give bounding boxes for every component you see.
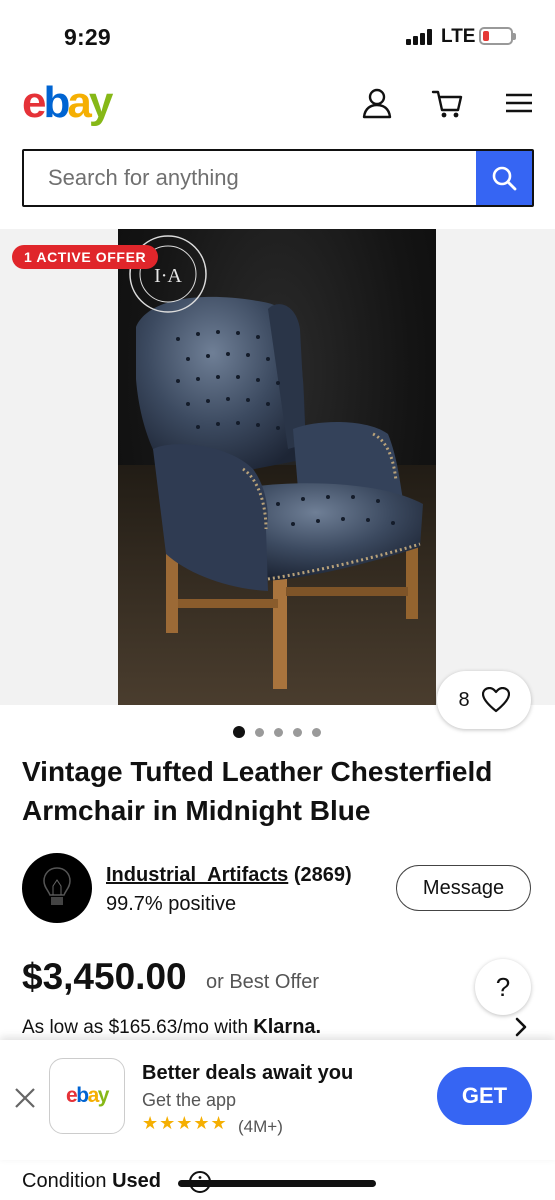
watermark-text: I·A [154, 265, 182, 287]
seller-info: Industrial_Artifacts (2869) [106, 864, 352, 887]
pagination-dot[interactable] [233, 726, 245, 738]
product-image[interactable]: I·A [118, 229, 436, 705]
signal-icon [406, 29, 436, 45]
pagination-dot[interactable] [312, 727, 321, 737]
message-seller-button[interactable]: Message [396, 865, 531, 911]
armchair-image: I·A [129, 235, 423, 689]
condition-value: Used [112, 1170, 161, 1192]
help-button[interactable]: ? [475, 959, 531, 1015]
listing-title: Vintage Tufted Leather Chesterfield Armc… [22, 756, 493, 826]
installment-text: As low as $165.63/mo with [22, 1017, 249, 1038]
search-icon [492, 166, 517, 191]
star-rating: ★★★★★ [142, 1113, 228, 1133]
search-input[interactable] [24, 151, 476, 205]
app-promo-banner: ebay Better deals await you Get the app … [0, 1040, 555, 1160]
header: ebay [0, 72, 555, 136]
close-icon[interactable] [13, 1086, 37, 1110]
status-bar: 9:29 LTE [0, 0, 555, 70]
seller-feedback-score: (2869) [293, 864, 352, 886]
home-indicator[interactable] [178, 1180, 376, 1187]
item-price: $3,450.00 [22, 956, 187, 997]
chevron-right-icon[interactable] [512, 1016, 530, 1038]
ebay-logo[interactable]: ebay [22, 78, 113, 128]
watch-count: 8 [458, 688, 470, 711]
banner-subtitle: Get the app [142, 1090, 237, 1110]
help-label: ? [495, 971, 511, 1002]
network-label: LTE [441, 26, 476, 47]
cart-icon[interactable] [430, 86, 464, 120]
active-offer-badge: 1 ACTIVE OFFER [12, 245, 159, 269]
klarna-logo: Klarna. [253, 1016, 322, 1038]
condition-label: Condition [22, 1170, 107, 1192]
menu-icon[interactable] [502, 86, 536, 120]
search-bar [22, 149, 534, 207]
pagination-dot[interactable] [274, 727, 283, 737]
pagination-dot[interactable] [255, 727, 264, 737]
lightbulb-icon [43, 867, 71, 905]
image-pagination[interactable] [233, 726, 321, 738]
user-icon[interactable] [360, 86, 394, 120]
seller-avatar[interactable] [22, 853, 92, 923]
seller-positive-rate: 99.7% positive [106, 893, 237, 915]
status-time: 9:29 [64, 24, 111, 50]
banner-title: Better deals await you [142, 1062, 354, 1084]
seller-name-link[interactable]: Industrial_Artifacts [106, 864, 288, 886]
watch-button[interactable]: 8 [437, 671, 531, 729]
ebay-app-icon[interactable]: ebay [49, 1058, 125, 1134]
get-app-button[interactable]: GET [437, 1067, 532, 1125]
pagination-dot[interactable] [293, 727, 302, 737]
mini-ebay-logo: ebay [66, 1084, 109, 1107]
battery-icon [479, 27, 516, 45]
best-offer-label: or Best Offer [206, 971, 320, 993]
heart-icon [481, 687, 510, 713]
image-gallery[interactable]: I·A 1 ACTIVE OFFER 8 [0, 229, 555, 729]
installment-row[interactable]: As low as $165.63/mo with Klarna. [22, 1016, 321, 1039]
search-button[interactable] [476, 151, 532, 205]
review-count: (4M+) [238, 1117, 283, 1136]
condition-row: Condition Used [22, 1170, 161, 1193]
